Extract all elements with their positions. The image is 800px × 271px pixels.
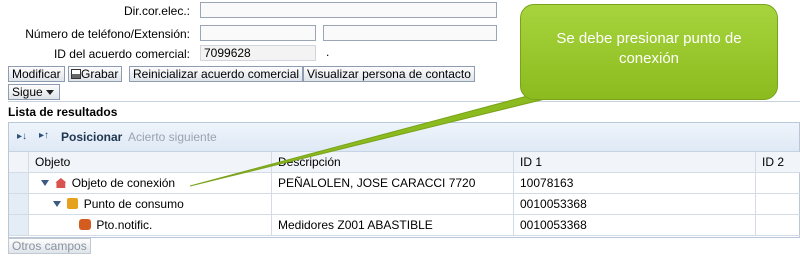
save-button[interactable]: Grabar [68, 66, 123, 82]
object-label[interactable]: Objeto de conexión [72, 176, 175, 190]
triangle-down-icon[interactable] [41, 180, 49, 186]
save-icon [71, 69, 81, 79]
phone-field[interactable] [200, 25, 316, 41]
table-cell-id2 [756, 215, 800, 236]
email-field[interactable] [200, 2, 497, 18]
dropdown-arrow-icon [46, 90, 55, 95]
object-label[interactable]: Pto.notific. [96, 218, 152, 232]
agreement-id-field: 7099628 [200, 45, 316, 61]
other-fields-button: Otros campos [8, 238, 91, 254]
meter-icon [67, 198, 79, 209]
table-cell-description [272, 194, 514, 215]
callout-box: Se debe presionar punto de conexión [520, 4, 778, 100]
table-cell-id2 [756, 194, 800, 215]
object-label[interactable]: Punto de consumo [84, 197, 184, 211]
modify-button[interactable]: Modificar [8, 66, 65, 82]
triangle-down-icon[interactable] [53, 201, 61, 207]
table-cell-id1: 10078163 [514, 173, 756, 194]
row-selector-header [9, 152, 29, 173]
view-contact-button[interactable]: Visualizar persona de contacto [303, 66, 475, 82]
extension-field[interactable] [323, 25, 497, 41]
table-row-object[interactable]: Punto de consumo [29, 194, 272, 215]
table-cell-id2 [756, 173, 800, 194]
expand-all-icon[interactable]: ▸↓ [17, 131, 27, 142]
notification-icon [79, 219, 91, 230]
table-cell-description: PEÑALOLEN, JOSE CARACCI 7720 [272, 173, 514, 194]
section-divider [8, 101, 800, 102]
row-selector[interactable] [9, 194, 29, 215]
table-cell-id1: 0010053368 [514, 215, 756, 236]
row-selector[interactable] [9, 173, 29, 194]
phone-label: Número de teléfono/Extensión: [25, 27, 190, 41]
row-selector[interactable] [9, 215, 29, 236]
email-label: Dir.cor.elec.: [123, 4, 190, 18]
results-table: ▸↓ ▸↑ Posicionar Acierto siguiente Objet… [8, 122, 800, 238]
agreement-dot: . [326, 45, 330, 59]
save-label: Grabar [81, 67, 119, 81]
column-header-object[interactable]: Objeto [29, 152, 272, 173]
agreement-label: ID del acuerdo comercial: [53, 47, 190, 61]
column-header-id2[interactable]: ID 2 [756, 152, 800, 173]
position-button[interactable]: Posicionar [61, 130, 122, 144]
next-hit-button: Acierto siguiente [128, 130, 217, 144]
results-title: Lista de resultados [8, 105, 118, 119]
house-icon [55, 178, 67, 188]
next-menu-button[interactable]: Sigue [8, 84, 60, 100]
collapse-all-icon[interactable]: ▸↑ [39, 130, 49, 141]
column-header-id1[interactable]: ID 1 [514, 152, 756, 173]
next-label: Sigue [12, 85, 43, 99]
results-toolbar: ▸↓ ▸↑ Posicionar Acierto siguiente [9, 123, 799, 152]
table-row-object[interactable]: Pto.notific. [29, 215, 272, 236]
column-header-description[interactable]: Descripción [272, 152, 514, 173]
reset-agreement-button[interactable]: Reinicializar acuerdo comercial [129, 66, 304, 82]
table-row-object[interactable]: Objeto de conexión [29, 173, 272, 194]
callout-text: Se debe presionar punto de conexión [556, 30, 742, 67]
table-cell-description: Medidores Z001 ABASTIBLE [272, 215, 514, 236]
table-cell-id1: 0010053368 [514, 194, 756, 215]
